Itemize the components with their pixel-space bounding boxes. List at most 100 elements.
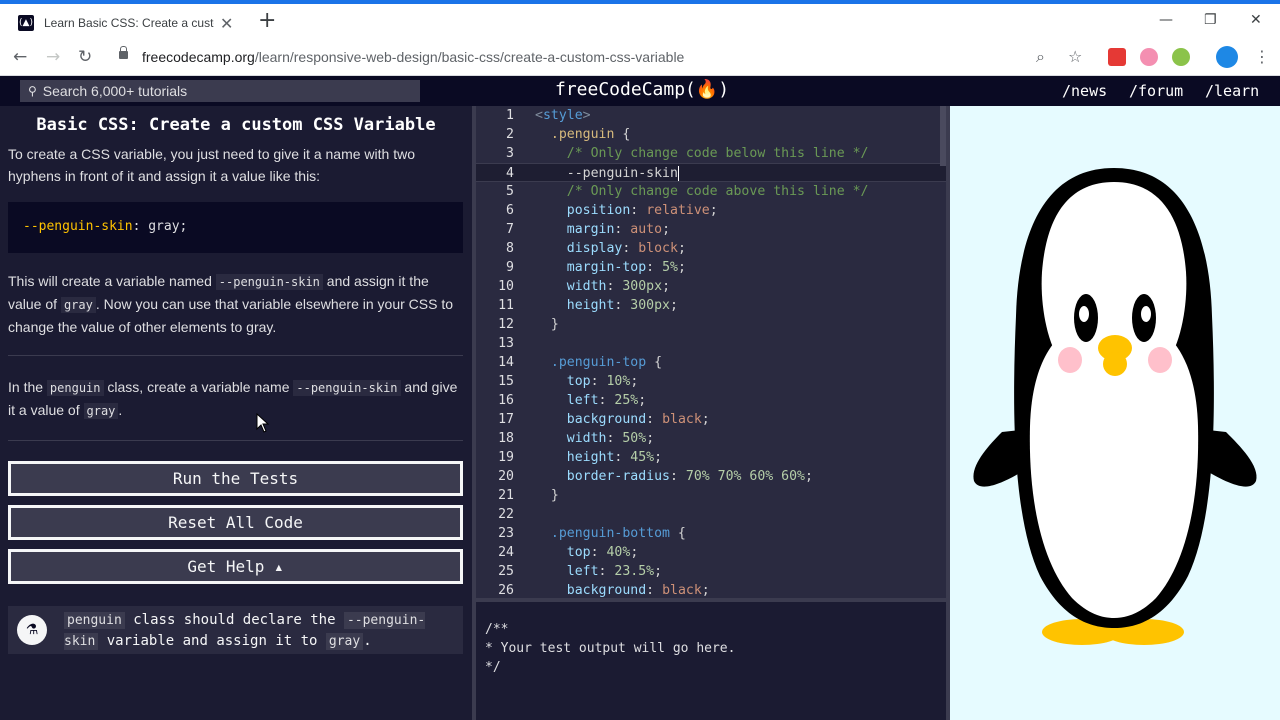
line-number: 12 xyxy=(498,317,514,332)
line-code: width: 300px; xyxy=(566,279,671,294)
search-input[interactable]: ⚲ Search 6,000+ tutorials xyxy=(20,80,420,102)
extension-pink-icon[interactable] xyxy=(1140,48,1158,66)
code-line: 11 height: 300px; xyxy=(476,296,946,315)
line-code: <style> xyxy=(535,106,591,125)
lock-icon xyxy=(119,46,128,59)
line-number: 1 xyxy=(506,108,514,123)
window-close-icon[interactable]: ✕ xyxy=(1250,12,1262,28)
inline-code: gray xyxy=(83,403,119,419)
line-number: 18 xyxy=(498,431,514,446)
token: /* Only change code above this line */ xyxy=(566,184,869,199)
line-number: 7 xyxy=(506,222,514,237)
text: . xyxy=(363,633,372,649)
forward-icon[interactable]: → xyxy=(46,47,60,67)
line-number: 2 xyxy=(506,127,514,142)
css-value: 70% 70% 60% 60% xyxy=(685,469,805,484)
code-line: 13 xyxy=(476,334,946,353)
zoom-icon[interactable]: ⌕ xyxy=(1036,47,1045,67)
line-number: 26 xyxy=(498,583,514,598)
css-value: 10% xyxy=(606,374,631,389)
get-help-button[interactable]: Get Help ▴ xyxy=(8,549,463,584)
css-property: border-radius xyxy=(566,469,670,484)
penguin-illustration xyxy=(973,168,1257,645)
css-property: background xyxy=(566,412,647,427)
reload-icon[interactable]: ↻ xyxy=(78,47,92,67)
new-tab-icon[interactable]: + xyxy=(258,10,276,32)
line-code: background: black; xyxy=(566,583,710,598)
explanation-paragraph: This will create a variable named --peng… xyxy=(8,270,464,338)
css-value: block xyxy=(638,241,678,256)
code-line: 23 .penguin-bottom { xyxy=(476,524,946,543)
code-line: 1 <style> xyxy=(476,106,946,125)
code-line: 19 height: 45%; xyxy=(476,448,946,467)
inline-code: penguin xyxy=(64,612,125,629)
example-value: : gray; xyxy=(132,219,188,234)
css-value: 25% xyxy=(614,393,639,408)
line-number: 6 xyxy=(506,203,514,218)
minimize-icon[interactable]: — xyxy=(1159,12,1173,28)
nav-link-learn[interactable]: /learn xyxy=(1205,82,1259,100)
back-icon[interactable]: ← xyxy=(13,47,27,67)
code-line: 18 width: 50%; xyxy=(476,429,946,448)
code-line: 25 left: 23.5%; xyxy=(476,562,946,581)
inline-code: gray xyxy=(325,633,364,650)
fcc-logo[interactable]: freeCodeCamp(🔥) xyxy=(555,79,729,100)
code-line: 17 background: black; xyxy=(476,410,946,429)
run-tests-button[interactable]: Run the Tests xyxy=(8,461,463,496)
intro-paragraph: To create a CSS variable, you just need … xyxy=(8,146,415,184)
profile-avatar[interactable] xyxy=(1216,46,1238,68)
divider xyxy=(8,440,463,441)
reset-code-button[interactable]: Reset All Code xyxy=(8,505,463,540)
css-value: relative xyxy=(646,203,710,218)
code-line: 9 margin-top: 5%; xyxy=(476,258,946,277)
url-host: freecodecamp.org xyxy=(142,49,255,65)
css-property: margin xyxy=(566,222,615,237)
line-number: 17 xyxy=(498,412,514,427)
css-value: black xyxy=(662,583,702,598)
line-code: height: 45%; xyxy=(566,450,663,465)
text: variable and assign it to xyxy=(98,633,326,649)
css-property: background xyxy=(566,583,647,598)
token: > xyxy=(582,108,591,123)
css-value: black xyxy=(662,412,702,427)
close-tab-icon[interactable]: ✕ xyxy=(220,14,233,33)
text: In the xyxy=(8,379,47,395)
browser-tab[interactable]: (▲) Learn Basic CSS: Create a custom CSS… xyxy=(8,6,248,40)
extension-green-icon[interactable] xyxy=(1172,48,1190,66)
inline-code: gray xyxy=(60,297,96,313)
line-number: 23 xyxy=(498,526,514,541)
code-line: 12 } xyxy=(476,315,946,334)
url-field[interactable]: freecodecamp.org/learn/responsive-web-de… xyxy=(142,49,684,65)
more-icon[interactable]: ⋮ xyxy=(1254,47,1270,66)
line-number: 5 xyxy=(506,184,514,199)
divider xyxy=(8,355,463,356)
code-line: 16 left: 25%; xyxy=(476,391,946,410)
line-code: border-radius: 70% 70% 60% 60%; xyxy=(566,469,813,484)
preview-pane xyxy=(950,106,1280,720)
line-code: top: 40%; xyxy=(566,545,639,560)
penguin-left-cheek xyxy=(1058,347,1082,373)
line-code: width: 50%; xyxy=(566,431,655,446)
css-value: 300px xyxy=(622,279,663,294)
code-line: 2 .penguin { xyxy=(476,125,946,144)
url-path: /learn/responsive-web-design/basic-css/c… xyxy=(254,49,685,65)
code-line: 7 margin: auto; xyxy=(476,220,946,239)
token: .penguin-top xyxy=(550,355,647,370)
css-property: left xyxy=(566,564,599,579)
code-line: 5 /* Only change code above this line */ xyxy=(476,182,946,201)
code-editor[interactable]: 1 <style> 2 .penguin { 3 /* Only change c… xyxy=(476,106,946,598)
css-value: 23.5% xyxy=(614,564,655,579)
text: This will create a variable named xyxy=(8,273,216,289)
restore-icon[interactable]: ❐ xyxy=(1204,12,1217,28)
star-icon[interactable]: ☆ xyxy=(1068,47,1082,66)
nav-link-news[interactable]: /news xyxy=(1062,82,1107,100)
line-code: left: 23.5%; xyxy=(566,564,663,579)
extension-chart-icon[interactable] xyxy=(1108,48,1126,66)
search-placeholder: Search 6,000+ tutorials xyxy=(42,83,188,99)
search-icon: ⚲ xyxy=(28,84,37,98)
line-code: /* Only change code below this line */ xyxy=(535,144,869,163)
code-line: 3 /* Only change code below this line */ xyxy=(476,144,946,163)
line-code: height: 300px; xyxy=(566,298,678,313)
code-line: 24 top: 40%; xyxy=(476,543,946,562)
nav-link-forum[interactable]: /forum xyxy=(1129,82,1183,100)
